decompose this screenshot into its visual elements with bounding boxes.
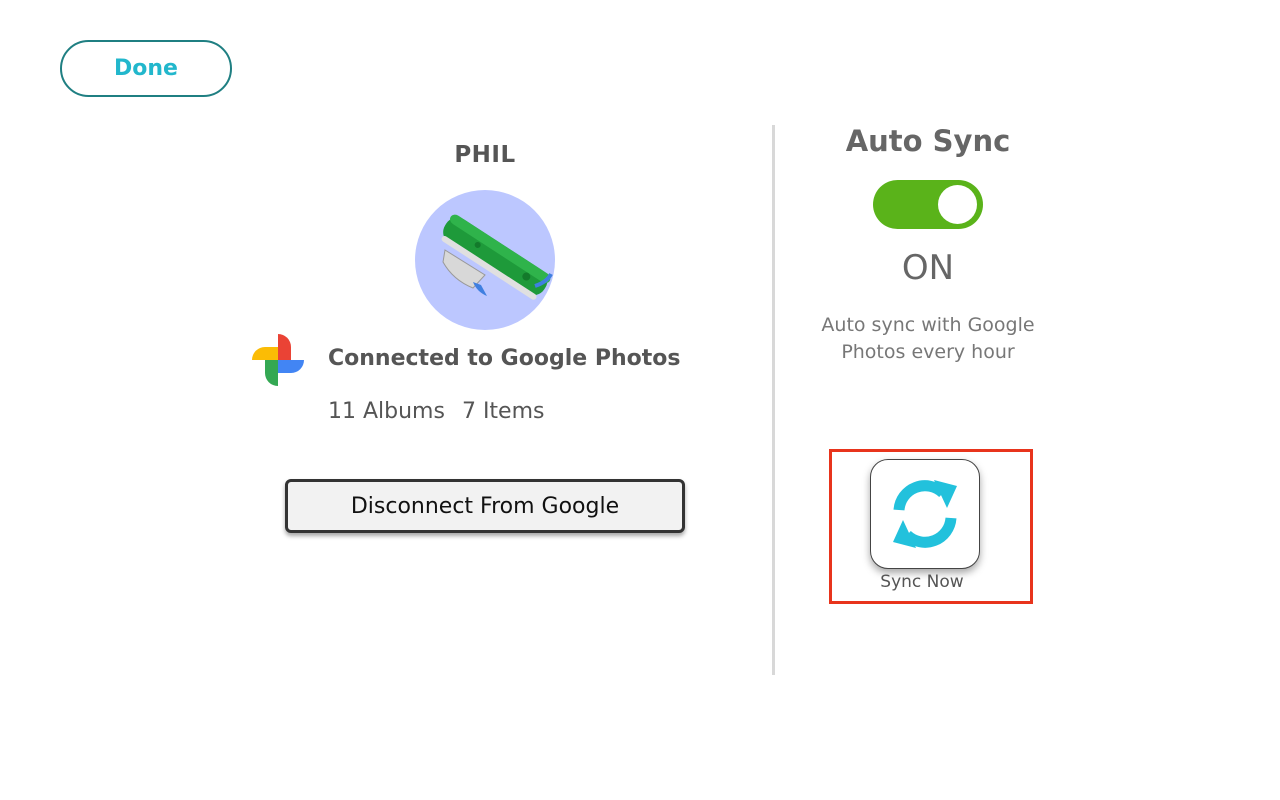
pocket-knife-icon: [441, 214, 553, 300]
account-name: PHIL: [454, 142, 516, 168]
avatar: [415, 190, 555, 330]
refresh-icon: [893, 480, 957, 548]
google-photos-settings: Done PHIL Connected to Google Photos 11 …: [0, 0, 1280, 800]
library-counts: 11 Albums 7 Items: [328, 399, 555, 424]
disconnect-button[interactable]: Disconnect From Google: [285, 479, 685, 533]
sync-now-label: Sync Now: [880, 572, 964, 592]
done-button[interactable]: Done: [60, 40, 232, 97]
sync-now-button[interactable]: [870, 459, 980, 569]
divider: [772, 125, 775, 675]
auto-sync-toggle[interactable]: [873, 180, 983, 229]
auto-sync-title: Auto Sync: [845, 124, 1011, 158]
items-count: 7 Items: [461, 399, 545, 424]
google-photos-icon: [250, 332, 306, 388]
toggle-knob: [938, 185, 977, 224]
albums-count: 11 Albums: [328, 399, 445, 424]
auto-sync-description: Auto sync with Google Photos every hour: [821, 314, 1035, 363]
connection-status: Connected to Google Photos: [328, 346, 681, 371]
toggle-state-label: ON: [901, 248, 955, 288]
